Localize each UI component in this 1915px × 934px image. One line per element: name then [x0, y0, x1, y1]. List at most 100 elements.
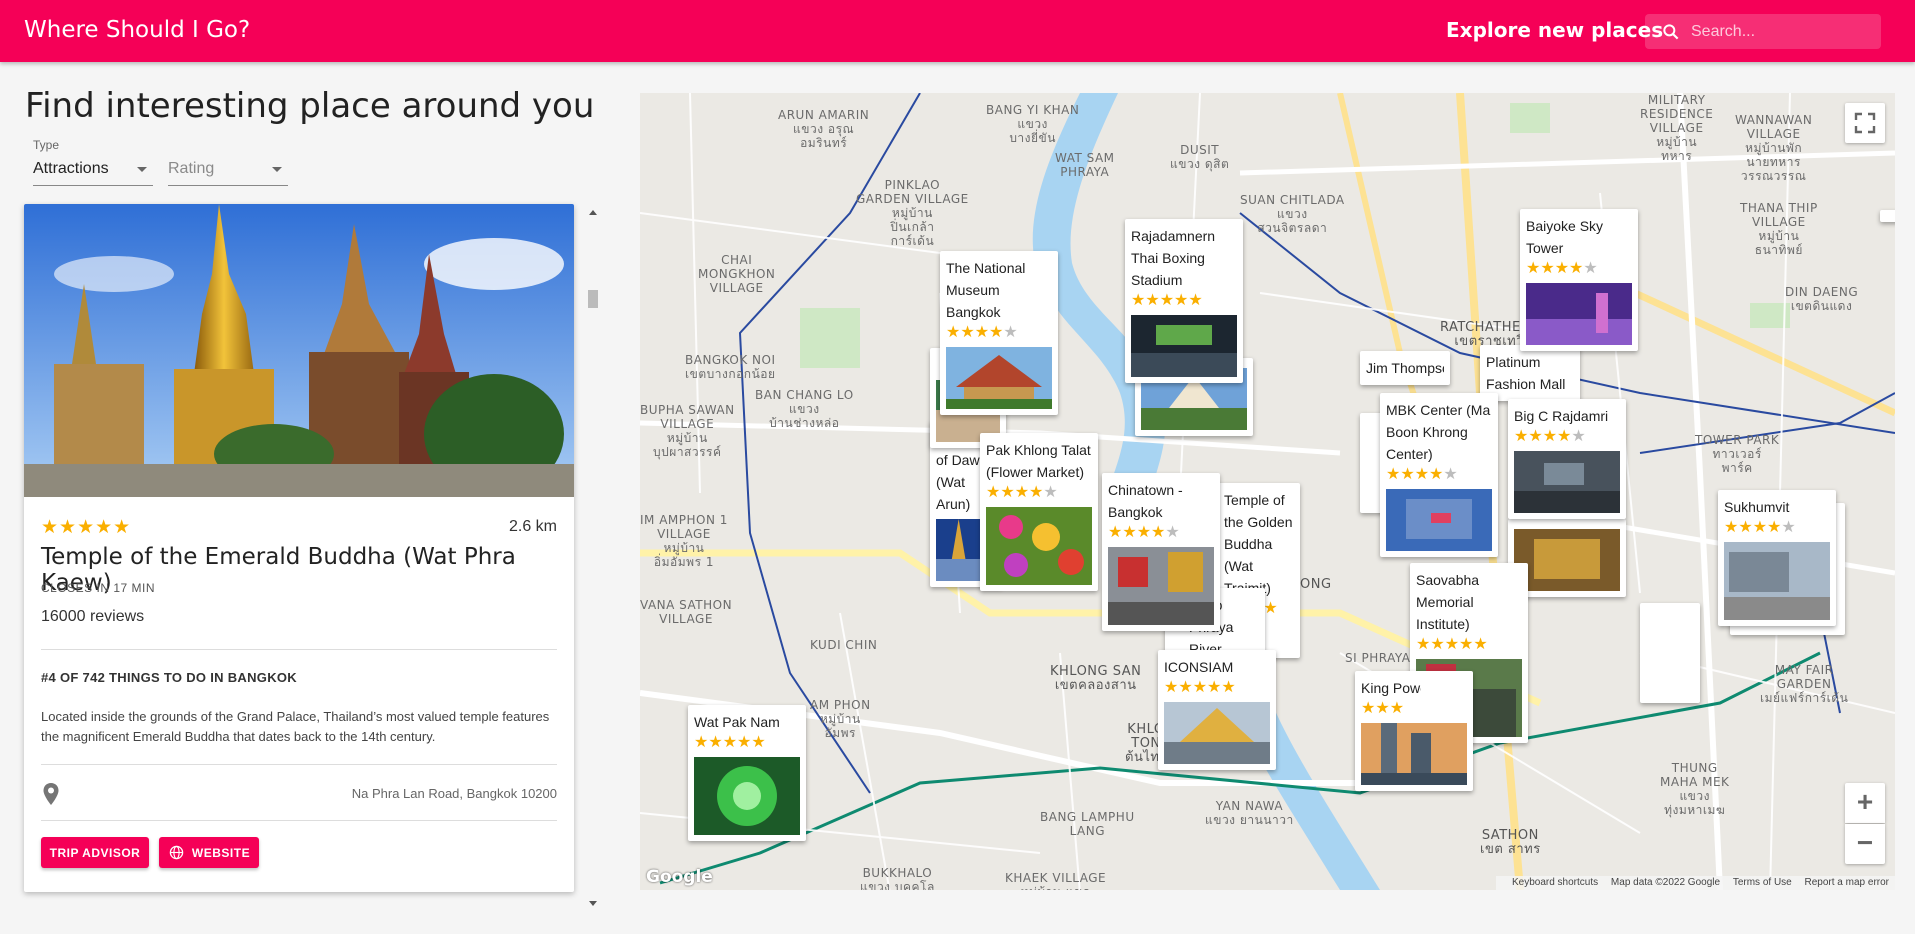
map-label: SI PHRAYA	[1345, 651, 1411, 665]
map-label: CHAI MONGKHON VILLAGE	[698, 253, 776, 295]
fullscreen-button[interactable]	[1845, 103, 1885, 143]
place-description: Located inside the grounds of the Grand …	[41, 709, 550, 744]
caret-down-icon	[272, 167, 282, 172]
map-label: KHAEK VILLAGE หมู่บ้าน แขก	[1005, 871, 1107, 890]
divider	[41, 820, 557, 821]
map-place-card[interactable]: Sukhumvit ★★★★★	[1718, 490, 1836, 626]
map-place-card[interactable]: King Power Mahanakhon ★★★	[1355, 671, 1473, 791]
zoom-out-button[interactable]: −	[1845, 824, 1885, 864]
map-label: WAT SAM PHRAYA	[1055, 151, 1115, 179]
map-label: BANG YI KHAN แขวง บางยี่ขัน	[986, 103, 1080, 145]
rating-stars: ★★★★★	[41, 517, 132, 538]
map-place-card[interactable]: The National Museum Bangkok ★★★★★	[940, 251, 1058, 415]
location-pin-icon	[43, 783, 59, 805]
map-label: MILITARY RESIDENCE VILLAGE หมู่บ้าน ทหาร	[1640, 93, 1714, 163]
place-thumbnail	[986, 507, 1092, 585]
map-label: KUDI CHIN	[810, 638, 878, 652]
app-bar: Where Should I Go? Explore new places	[0, 0, 1915, 62]
map-label: BANG LAMPHU LANG	[1040, 810, 1135, 838]
map-data-text: Map data ©2022 Google	[1610, 877, 1721, 888]
tripadvisor-button[interactable]: TRIP ADVISOR	[41, 837, 149, 868]
terms-link[interactable]: Terms of Use	[1733, 877, 1792, 888]
map-label: BUPHA SAWAN VILLAGE หมู่บ้าน บุปผาสวรรค์	[640, 403, 735, 459]
place-address: Na Phra Lan Road, Bangkok 10200	[351, 786, 557, 801]
map-label: SUAN CHITLADA แขวง สวนจิตรลดา	[1240, 193, 1345, 235]
place-thumbnail	[1514, 529, 1620, 591]
keyboard-shortcuts-link[interactable]: Keyboard shortcuts	[1512, 877, 1598, 888]
rating-placeholder: Rating	[168, 160, 215, 177]
place-photo	[24, 204, 574, 497]
map-label: WANNAWAN VILLAGE หมู่บ้านพัก นายทหาร วรร…	[1735, 113, 1813, 183]
map-label: THUNG MAHA MEK แขวง ทุ่งมหาเมฆ	[1660, 761, 1730, 817]
distance-text: 2.6 km	[508, 518, 557, 535]
scroll-thumb[interactable]	[588, 290, 598, 308]
map-place-card[interactable]: Wat Pak Nam ★★★★★	[688, 705, 806, 841]
ranking-text: #4 OF 742 THINGS TO DO IN BANGKOK	[41, 670, 297, 685]
place-list[interactable]: ★★★★★ 2.6 km Temple of the Emerald Buddh…	[24, 204, 600, 908]
map-label: ONG	[1300, 577, 1332, 592]
place-thumbnail	[1108, 547, 1214, 625]
map-label: ARUN AMARIN แขวง อรุณ อมรินทร์	[778, 108, 870, 150]
review-count: 16000 reviews	[41, 608, 145, 625]
type-value: Attractions	[33, 160, 109, 177]
place-thumbnail	[1131, 315, 1237, 377]
place-thumbnail	[946, 347, 1052, 409]
map-label: DUSIT แขวง ดุสิต	[1170, 143, 1230, 171]
map-label: MAY FAIR GARDEN เมย์แฟร์การ์เด้น	[1760, 663, 1849, 705]
map-place-card[interactable]: MBK Center (Ma Boon Khrong Center) ★★★★★	[1380, 393, 1498, 557]
place-thumbnail	[1514, 451, 1620, 513]
place-thumbnail	[1361, 723, 1467, 785]
place-thumbnail	[1386, 489, 1492, 551]
map-place-card[interactable]	[1880, 210, 1895, 222]
map-label: SATHON เขต สาทร	[1480, 828, 1541, 857]
zoom-in-button[interactable]: +	[1845, 783, 1885, 823]
search-icon	[1663, 24, 1679, 40]
search-box[interactable]	[1645, 14, 1881, 49]
map-label: BUKKHALO แขวง บุคคโล	[860, 866, 935, 890]
app-title: Where Should I Go?	[24, 17, 251, 43]
closing-time: CLOSES IN 17 MIN	[41, 581, 156, 595]
map-place-card[interactable]: Pak Khlong Talat (Flower Market) ★★★★★	[980, 433, 1098, 591]
place-card: ★★★★★ 2.6 km Temple of the Emerald Buddh…	[24, 204, 574, 892]
map-label: DIN DAENG เขตดินแดง	[1785, 285, 1859, 313]
fullscreen-icon	[1854, 112, 1876, 134]
place-thumbnail	[694, 757, 800, 835]
map-place-card[interactable]: Big C Rajdamri ★★★★★	[1508, 399, 1626, 519]
map-label: PINKLAO GARDEN VILLAGE หมู่บ้าน ปิ่นเกล้…	[856, 178, 969, 248]
scroll-down-icon[interactable]	[589, 901, 597, 906]
scroll-up-icon[interactable]	[589, 210, 597, 215]
search-input[interactable]	[1691, 14, 1877, 49]
map-place-card[interactable]: Chinatown - Bangkok ★★★★★	[1102, 473, 1220, 631]
divider	[41, 764, 557, 765]
map-place-card[interactable]: ICONSIAM ★★★★★	[1158, 650, 1276, 770]
globe-icon	[169, 845, 184, 860]
map-label: TOWER PARK ทาวเวอร์ พาร์ค	[1695, 433, 1780, 475]
website-label: WEBSITE	[191, 845, 251, 860]
map-label: IM AMPHON 1 VILLAGE หมู่บ้าน อิ่มอัมพร 1	[640, 513, 728, 569]
map-label: VANA SATHON VILLAGE	[640, 598, 733, 626]
map-attribution: Keyboard shortcuts Map data ©2022 Google…	[1495, 876, 1895, 890]
map-label: THANA THIP VILLAGE หมู่บ้าน ธนาทิพย์	[1740, 201, 1818, 257]
type-select[interactable]: Type Attractions	[33, 134, 153, 186]
map-place-card[interactable]: Baiyoke Sky Tower ★★★★★	[1520, 209, 1638, 351]
caret-down-icon	[137, 167, 147, 172]
rating-select[interactable]: Rating	[168, 134, 288, 186]
website-button[interactable]: WEBSITE	[159, 837, 259, 868]
page-heading: Find interesting place around you	[25, 86, 595, 126]
map-label: BAN CHANG LO แขวง บ้านช่างหล่อ	[755, 388, 854, 430]
map-place-card[interactable]: Rajadamnern Thai Boxing Stadium ★★★★★	[1125, 219, 1243, 383]
map-label: YAN NAWA แขวง ยานนาวา	[1205, 799, 1294, 827]
type-label: Type	[33, 138, 60, 152]
list-scrollbar[interactable]	[586, 204, 600, 908]
map-label: KHLONG SAN เขตคลองสาน	[1050, 664, 1142, 693]
google-logo: Google	[646, 867, 713, 887]
place-thumbnail	[1526, 283, 1632, 345]
map-place-card[interactable]: Jim Thompson House	[1360, 351, 1450, 385]
place-thumbnail	[1164, 702, 1270, 764]
map-label: BANGKOK NOI เขตบางกอกน้อย	[685, 353, 776, 381]
map[interactable]: ARUN AMARIN แขวง อรุณ อมรินทร์ BANG YI K…	[640, 93, 1895, 890]
report-error-link[interactable]: Report a map error	[1805, 877, 1889, 888]
place-thumbnail	[1724, 542, 1830, 620]
map-label: AM PHON หมู่บ้าน อัมพร	[810, 698, 871, 740]
explore-heading: Explore new places	[1446, 18, 1664, 42]
